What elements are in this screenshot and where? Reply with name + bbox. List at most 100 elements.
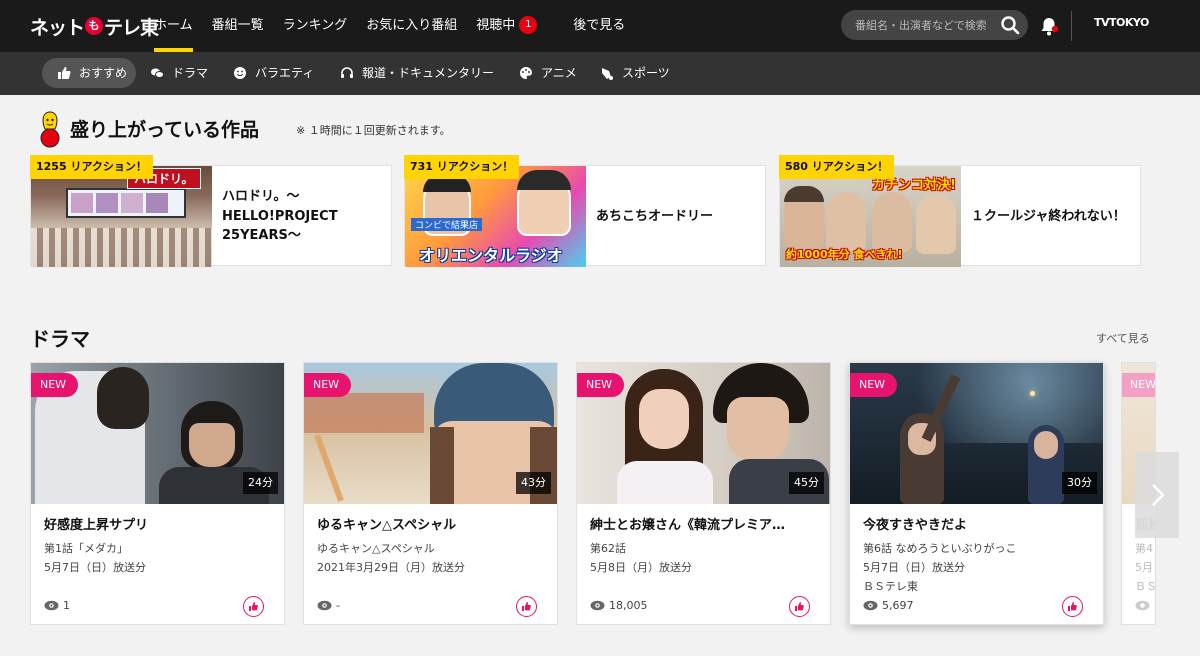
eye-icon — [1135, 600, 1150, 611]
top-header: ネットもテレ東 ホーム 番組一覧 ランキング お気に入り番組 視聴中 1 後で見る… — [0, 0, 1200, 52]
program-thumbnail: ハロドリ。 — [31, 166, 212, 267]
smile-icon — [234, 67, 246, 79]
genre-anime[interactable]: アニメ — [519, 58, 577, 88]
program-title: あちこちオードリー — [596, 208, 714, 224]
trending-card[interactable]: ハロドリ。 ハロドリ。〜HELLO!PROJECT 25YEARS〜 — [30, 165, 392, 267]
search-input[interactable] — [855, 10, 1000, 40]
see-all-link[interactable]: すべて見る — [1096, 330, 1150, 346]
drama-card[interactable]: NEW 43分 ゆるキャン△スペシャル ゆるキャン△スペシャル 2021年3月2… — [303, 362, 558, 625]
duration-label: 24分 — [243, 472, 278, 494]
drama-card[interactable]: NEW 24分 好感度上昇サプリ 第1話「メダカ」 5月7日（日）放送分 1 — [30, 362, 285, 625]
episode-label: 第6話 なめろうといぶりがっこ — [863, 542, 1017, 555]
view-count-value: 5,697 — [882, 599, 914, 612]
episode-label: ゆるキャン△スペシャル — [317, 542, 435, 555]
reaction-badge: 1255 リアクション！ — [30, 155, 153, 179]
genre-drama[interactable]: ドラマ — [150, 58, 208, 88]
tvtokyo-logo[interactable]: TVTOKYO — [1094, 16, 1149, 29]
shuttlecock-icon — [602, 68, 613, 80]
search-icon[interactable] — [1000, 15, 1020, 35]
view-count-value: 18,005 — [609, 599, 648, 612]
eye-icon — [44, 600, 59, 611]
chat-icon — [151, 68, 164, 78]
drama-title: ゆるキャン△スペシャル — [317, 518, 457, 533]
genre-label: スポーツ — [622, 66, 670, 80]
drama-title: 今夜すきやきだよ — [863, 518, 968, 533]
channel-label: ＢＳテレ東 — [863, 580, 918, 593]
nav-home[interactable]: ホーム — [154, 0, 193, 52]
genre-label: ドラマ — [172, 66, 209, 80]
thumbs-up-icon — [1068, 602, 1077, 611]
thumbs-up-icon — [249, 602, 258, 611]
new-badge: NEW — [31, 373, 79, 397]
chevron-right-icon — [1152, 484, 1165, 506]
view-count: 5,697 — [863, 599, 914, 612]
new-badge: NEW — [577, 373, 625, 397]
duration-label: 45分 — [789, 472, 824, 494]
trending-card[interactable]: ガチンコ対決! 約1000年分 食べきれ! １クールジャ終われない！ — [779, 165, 1141, 267]
nav-ranking[interactable]: ランキング — [283, 0, 348, 52]
drama-section-title: ドラマ — [30, 327, 90, 351]
main-nav: ホーム 番組一覧 ランキング お気に入り番組 視聴中 1 後で見る — [154, 0, 644, 52]
new-badge: NEW — [1122, 373, 1155, 397]
thumbs-up-icon — [522, 602, 531, 611]
drama-title: 好感度上昇サプリ — [44, 518, 149, 533]
view-count: 1 — [44, 599, 70, 612]
genre-label: 報道・ドキュメンタリー — [362, 66, 495, 80]
like-button[interactable] — [1062, 596, 1083, 617]
reaction-badge: 731 リアクション！ — [404, 155, 520, 179]
genre-label: バラエティ — [255, 66, 315, 80]
genre-bar: おすすめ ドラマ バラエティ 報道・ドキュメンタリー アニメ スポーツ — [0, 52, 1200, 95]
watching-count-badge: 1 — [519, 15, 538, 34]
program-title: １クールジャ終われない！ — [971, 208, 1126, 224]
carousel-next-button[interactable] — [1135, 452, 1179, 538]
genre-label: おすすめ — [79, 66, 128, 80]
view-count: 1 — [1135, 599, 1155, 612]
channel-label: ＢＳ — [1135, 580, 1156, 593]
new-badge: NEW — [850, 373, 898, 397]
bell-icon[interactable] — [1038, 15, 1060, 37]
genre-variety[interactable]: バラエティ — [233, 58, 314, 88]
thumbnail-caption-small: 約1000年分 食べきれ! — [786, 248, 903, 261]
episode-label: 第62話 — [590, 542, 626, 555]
thumbs-up-icon — [58, 67, 71, 79]
genre-sports[interactable]: スポーツ — [600, 58, 670, 88]
trending-card[interactable]: コンビで結果店 オリエンタルラジオ あちこちオードリー — [404, 165, 766, 267]
logo-mo: も — [85, 17, 104, 35]
view-count-value: 1 — [1154, 599, 1155, 612]
like-button[interactable] — [243, 596, 264, 617]
program-thumbnail: コンビで結果店 オリエンタルラジオ — [405, 166, 586, 267]
nav-program-list[interactable]: 番組一覧 — [212, 0, 264, 52]
drama-card[interactable]: NEW 45分 紳士とお嬢さん《韓流プレミア… 第62話 5月8日（月）放送分 … — [576, 362, 831, 625]
drama-card[interactable]: NEW 30分 今夜すきやきだよ 第6話 なめろうといぶりがっこ 5月7日（日）… — [849, 362, 1104, 625]
nav-watch-later[interactable]: 後で見る — [573, 0, 625, 52]
view-count: 18,005 — [590, 599, 648, 612]
duration-label: 43分 — [516, 472, 551, 494]
episode-label: 第1話「メダカ」 — [44, 542, 128, 555]
site-logo[interactable]: ネットもテレ東 — [30, 11, 159, 41]
search-box — [841, 10, 1028, 40]
palette-icon — [520, 67, 532, 79]
header-divider — [1071, 11, 1072, 41]
logo-text-left: ネット — [30, 16, 85, 39]
thumbs-up-icon — [795, 602, 804, 611]
episode-label: 第4 — [1135, 542, 1153, 555]
nav-watching-label: 視聴中 — [476, 18, 516, 33]
like-button[interactable] — [516, 596, 537, 617]
nav-favorites[interactable]: お気に入り番組 — [366, 0, 457, 52]
genre-news-documentary[interactable]: 報道・ドキュメンタリー — [340, 58, 494, 88]
broadcast-date: 2021年3月29日（月）放送分 — [317, 561, 465, 574]
nav-watching[interactable]: 視聴中 1 — [476, 0, 538, 52]
thumbnail-caption-small: コンビで結果店 — [411, 218, 483, 231]
broadcast-date: 5月 — [1135, 561, 1153, 574]
broadcast-date: 5月8日（月）放送分 — [590, 561, 692, 574]
reaction-badge: 580 リアクション！ — [779, 155, 895, 179]
genre-recommended[interactable]: おすすめ — [42, 58, 136, 88]
drama-title: 紳士とお嬢さん《韓流プレミア… — [590, 518, 786, 533]
new-badge: NEW — [304, 373, 352, 397]
view-count-value: - — [336, 599, 340, 612]
logo-text-right: テレ東 — [104, 16, 159, 39]
duration-label: 30分 — [1062, 472, 1097, 494]
view-count: - — [317, 599, 340, 612]
headset-icon — [341, 67, 353, 78]
like-button[interactable] — [789, 596, 810, 617]
